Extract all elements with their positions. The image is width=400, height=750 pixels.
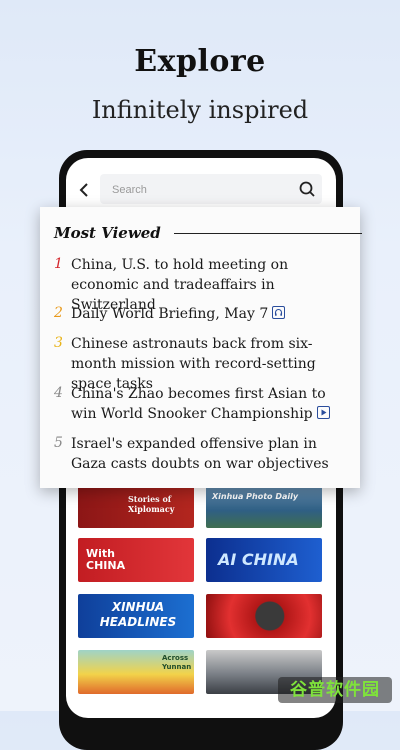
back-arrow-icon[interactable] [76, 180, 94, 200]
header-divider [174, 233, 362, 234]
tile-label: AI CHINA [218, 550, 299, 569]
headline[interactable]: Israel's expanded offensive plan in Gaza… [71, 434, 355, 474]
tile-label: XINHUA HEADLINES [99, 600, 177, 629]
play-icon [316, 406, 330, 419]
rank-number: 5 [54, 435, 63, 451]
rank-number: 2 [54, 305, 63, 321]
rank-number: 4 [54, 385, 63, 401]
search-input[interactable] [110, 174, 284, 206]
most-viewed-panel: Most Viewed 1 China, U.S. to hold meetin… [40, 207, 362, 488]
tile-label: With CHINA [86, 547, 126, 572]
rank-number: 1 [54, 256, 63, 272]
tile-photo-daily[interactable]: Xinhua Photo Daily [206, 484, 322, 528]
hero-title: Explore [134, 44, 266, 79]
tile-across-yunnan[interactable]: Across Yunnan [78, 650, 194, 694]
hero-subtitle: Infinitely inspired [91, 96, 309, 124]
tile-label: Stories of Xiplomacy [128, 494, 175, 514]
tile-with-china[interactable]: With CHINA [78, 538, 194, 582]
search-icon[interactable] [298, 180, 316, 198]
tile-label: Xinhua Photo Daily [212, 492, 299, 501]
tile-label: Across Yunnan [162, 654, 192, 671]
tile-xiplomacy[interactable]: Stories of Xiplomacy [78, 484, 194, 528]
tile-red-circle[interactable] [206, 594, 322, 638]
search-box[interactable] [100, 174, 322, 206]
tile-ai-china[interactable]: AI CHINA [206, 538, 322, 582]
search-bar [66, 172, 336, 208]
tile-xinhua-headlines[interactable]: XINHUA HEADLINES [78, 594, 194, 638]
headline[interactable]: Daily World Briefing, May 7 [71, 304, 355, 324]
headline[interactable]: China's Zhao becomes first Asian to win … [71, 384, 355, 424]
watermark-logo: 谷普软件园 [278, 677, 392, 703]
rank-number: 3 [54, 335, 63, 351]
most-viewed-header: Most Viewed [54, 224, 362, 242]
most-viewed-title: Most Viewed [54, 224, 161, 242]
headphones-icon [272, 306, 286, 319]
